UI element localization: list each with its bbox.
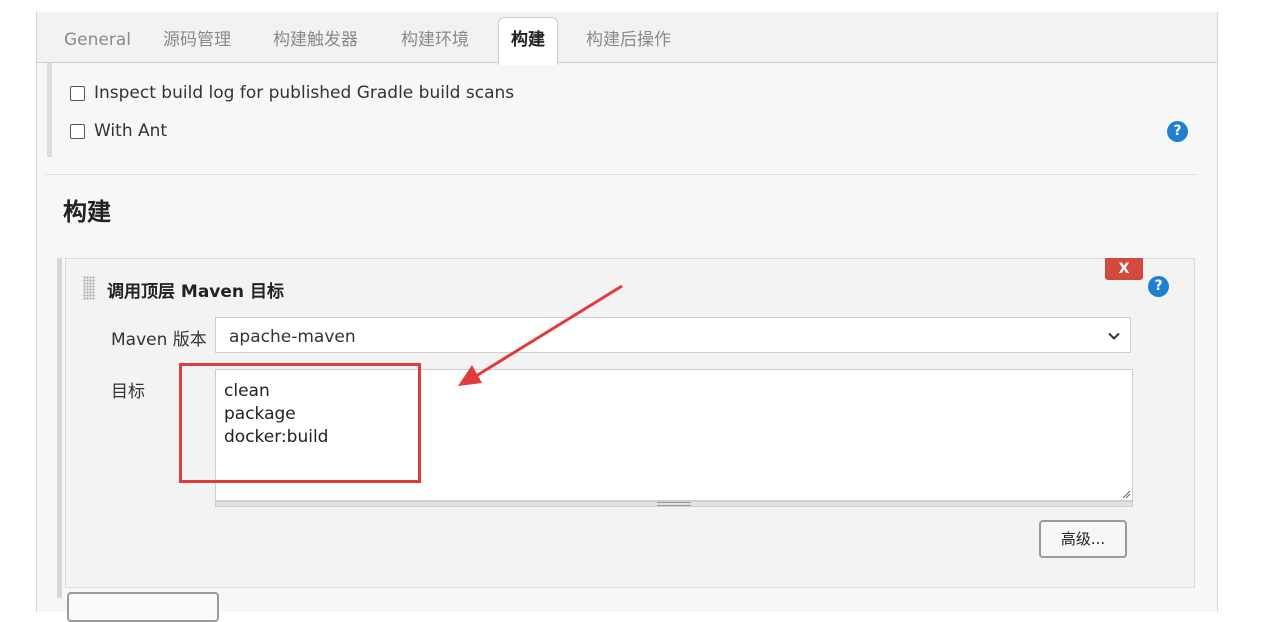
delete-step-button[interactable]: X	[1105, 258, 1143, 280]
config-form: General 源码管理 构建触发器 构建环境 构建 构建后操作 Inspect…	[36, 12, 1218, 622]
section-divider	[45, 174, 1197, 175]
drag-handle-icon[interactable]	[83, 276, 95, 300]
gradle-scans-label: Inspect build log for published Gradle b…	[94, 83, 515, 103]
resize-handle-icon[interactable]	[1121, 489, 1131, 499]
tab-build-environment[interactable]: 构建环境	[401, 18, 469, 62]
tab-general[interactable]: General	[64, 18, 131, 62]
with-ant-help-icon[interactable]: ?	[1167, 121, 1188, 142]
tab-bar: General 源码管理 构建触发器 构建环境 构建 构建后操作	[37, 12, 1217, 65]
checkbox-row-gradle-scans[interactable]: Inspect build log for published Gradle b…	[70, 83, 514, 103]
tab-build-triggers[interactable]: 构建触发器	[273, 18, 358, 62]
checkbox-row-with-ant[interactable]: With Ant	[70, 121, 167, 141]
goals-label: 目标	[111, 382, 145, 402]
tab-scm[interactable]: 源码管理	[163, 18, 231, 62]
annotation-highlight-box	[179, 363, 421, 483]
maven-version-select[interactable]: apache-maven	[215, 317, 1131, 353]
maven-version-label: Maven 版本	[111, 330, 207, 350]
build-step-title: 调用顶层 Maven 目标	[107, 282, 284, 302]
maven-version-value: apache-maven	[229, 327, 356, 347]
build-step-help-icon[interactable]: ?	[1148, 276, 1169, 297]
tab-build[interactable]: 构建	[498, 17, 558, 65]
with-ant-checkbox[interactable]	[70, 123, 85, 139]
with-ant-label: With Ant	[94, 121, 168, 141]
advanced-button[interactable]: 高级...	[1039, 520, 1127, 558]
chevron-down-icon	[1108, 332, 1120, 340]
add-build-step-button[interactable]	[67, 592, 219, 622]
build-environment-section: Inspect build log for published Gradle b…	[47, 63, 1202, 157]
build-section-title: 构建	[63, 198, 111, 226]
tab-post-build-actions[interactable]: 构建后操作	[586, 18, 671, 62]
expand-grip-icon	[657, 502, 691, 506]
gradle-scans-checkbox[interactable]	[70, 85, 85, 101]
